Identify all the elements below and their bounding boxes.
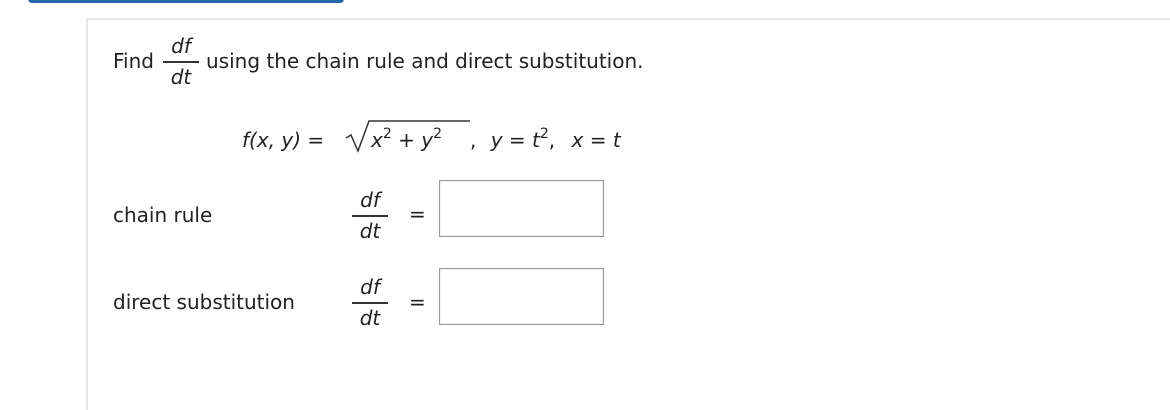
question-panel: Find df dt using the chain rule and dire… [0,0,1170,410]
direct-substitution-label: direct substitution [113,290,295,314]
prompt-fraction-bar [163,61,199,63]
chain-rule-numerator: df [360,188,380,212]
header-tab [28,0,344,3]
radicand-y: y [421,128,434,152]
chain-rule-denominator: dt [359,218,381,243]
x-definition: x = t [571,128,621,152]
radicand-plus: + [391,128,422,152]
chain-rule-answer-input[interactable] [439,180,604,237]
direct-substitution-fraction: df dt [352,277,388,328]
direct-substitution-numerator: df [360,275,380,299]
prompt-derivative-fraction: df dt [163,36,199,87]
function-lhs: f(x, y) = [242,128,325,152]
direct-substitution-answer-input[interactable] [439,268,604,325]
radicand: x2 + y2 [371,127,442,152]
prompt-fraction-denominator: dt [170,64,192,89]
function-definition: f(x, y) = [242,130,324,150]
separator-comma-1: , [470,128,477,152]
prompt-find-label: Find [113,49,154,73]
prompt-instruction-text: using the chain rule and direct substitu… [206,49,644,73]
chain-rule-equals: = [409,202,426,226]
substitution-definitions: , y = t2, x = t [470,127,621,152]
top-divider [86,18,1170,20]
direct-substitution-equals: = [409,290,426,314]
direct-substitution-denominator: dt [359,305,381,330]
t-exponent: 2 [539,126,549,142]
left-divider [86,18,88,410]
direct-substitution-fraction-bar [352,302,388,304]
prompt-fraction-numerator: df [171,34,191,58]
radicand-y-exponent: 2 [433,126,443,142]
chain-rule-fraction: df dt [352,190,388,241]
chain-rule-label: chain rule [113,203,213,227]
y-definition: y = t [490,128,540,152]
chain-rule-fraction-bar [352,215,388,217]
radicand-x: x [371,128,383,152]
radicand-x-exponent: 2 [382,126,392,142]
separator-comma-2: , [548,128,556,152]
